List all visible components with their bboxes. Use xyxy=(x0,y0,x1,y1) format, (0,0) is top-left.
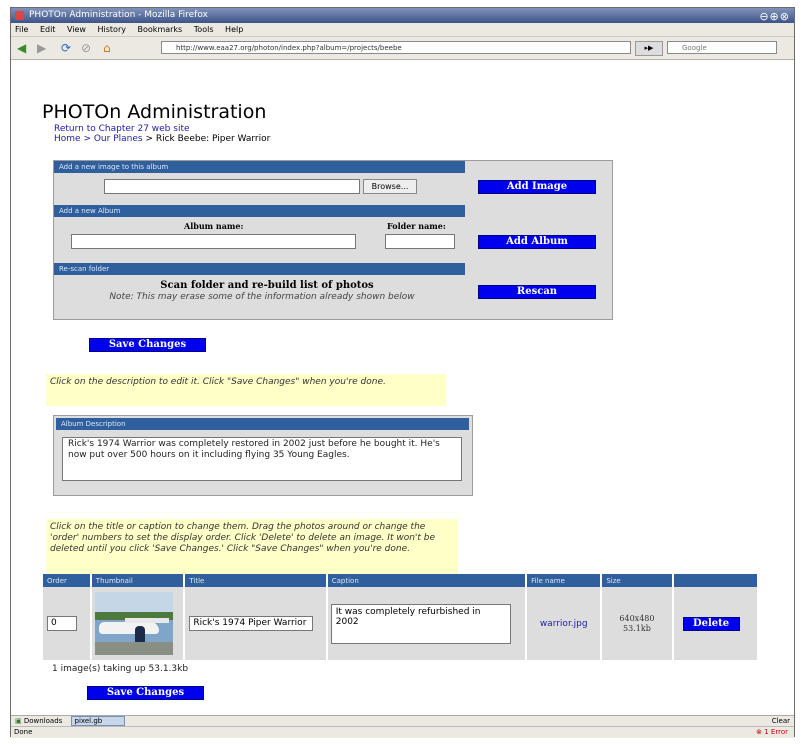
delete-button[interactable]: Delete xyxy=(682,616,740,631)
col-file-name: File name xyxy=(526,574,603,587)
rescan-title: Scan folder and re-build list of photos xyxy=(160,280,374,291)
navigation-toolbar: ◀ ▶ ⟳ ⊘ ⌂ http://www.eaa27.org/photon/in… xyxy=(11,37,794,60)
image-size: 53.1kb xyxy=(623,623,651,633)
image-file-input[interactable] xyxy=(104,179,360,194)
add-album-button[interactable]: Add Album xyxy=(478,235,596,249)
size-cell: 640x480 53.1kb xyxy=(601,587,674,660)
add-image-button[interactable]: Add Image xyxy=(478,180,596,194)
caption-cell: It was completely refurbished in 2002 xyxy=(326,587,528,660)
actions-cell: Delete xyxy=(672,587,757,660)
title-input[interactable]: Rick's 1974 Piper Warrior xyxy=(189,616,314,631)
download-item[interactable]: pixel.gb xyxy=(70,716,126,726)
col-order: Order xyxy=(43,574,92,587)
error-icon: ⊗ xyxy=(756,728,763,736)
home-icon[interactable]: ⌂ xyxy=(103,41,111,55)
menu-edit[interactable]: Edit xyxy=(40,25,56,34)
file-name-cell: warrior.jpg xyxy=(526,587,603,660)
downloads-label[interactable]: Downloads xyxy=(24,717,62,725)
breadcrumb-our-planes[interactable]: Our Planes xyxy=(94,134,143,144)
album-description-header: Album Description xyxy=(56,418,469,430)
admin-panel: Add a new image to this album Browse... … xyxy=(53,160,613,320)
go-button[interactable]: ▸▶ xyxy=(635,41,663,56)
browse-button[interactable]: Browse... xyxy=(363,179,417,194)
save-changes-button-bottom[interactable]: Save Changes xyxy=(87,686,204,700)
menu-tools[interactable]: Tools xyxy=(194,25,214,34)
status-text: Done xyxy=(14,728,33,736)
forward-icon[interactable]: ▶ xyxy=(37,41,46,55)
add-album-header: Add a new Album xyxy=(54,205,465,217)
col-title: Title xyxy=(184,574,328,587)
thumb-ground xyxy=(94,642,173,655)
download-file: pixel.gb xyxy=(74,717,103,725)
menu-view[interactable]: View xyxy=(67,25,86,34)
photos-hint: Click on the title or caption to change … xyxy=(46,519,458,574)
photo-table: Order Thumbnail Title Caption File name … xyxy=(43,574,757,660)
folder-name-input[interactable] xyxy=(385,234,455,249)
title-bar: PHOTOn Administration - Mozilla Firefox … xyxy=(11,8,794,23)
error-count: 1 Error xyxy=(764,728,788,736)
photo-table-header: Order Thumbnail Title Caption File name … xyxy=(43,574,757,587)
menu-bar: File Edit View History Bookmarks Tools H… xyxy=(11,23,794,37)
rescan-note: Note: This may erase some of the informa… xyxy=(109,292,415,302)
breadcrumb-home[interactable]: Home xyxy=(54,134,81,144)
rescan-header: Re-scan folder xyxy=(54,263,465,275)
album-name-input[interactable] xyxy=(71,234,356,249)
menu-help[interactable]: Help xyxy=(225,25,243,34)
images-summary: 1 image(s) taking up 53.1.3kb xyxy=(52,664,189,674)
order-input[interactable]: 0 xyxy=(47,616,77,631)
downloads-icon: ▣ xyxy=(15,717,22,725)
rescan-button[interactable]: Rescan xyxy=(478,285,596,299)
thumbnail-cell xyxy=(90,587,186,660)
album-description-text[interactable]: Rick's 1974 Warrior was completely resto… xyxy=(62,437,462,481)
window-title: PHOTOn Administration - Mozilla Firefox xyxy=(29,10,208,20)
order-cell: 0 xyxy=(43,587,92,660)
url-bar[interactable]: http://www.eaa27.org/photon/index.php?al… xyxy=(161,41,631,54)
thumb-sky xyxy=(94,592,173,614)
thumbnail-image[interactable] xyxy=(94,592,173,655)
col-size: Size xyxy=(601,574,674,587)
add-image-header: Add a new image to this album xyxy=(54,161,465,173)
browser-window: PHOTOn Administration - Mozilla Firefox … xyxy=(10,7,795,738)
menu-history[interactable]: History xyxy=(98,25,126,34)
col-caption: Caption xyxy=(326,574,528,587)
search-input[interactable]: Google xyxy=(667,41,777,54)
description-hint: Click on the description to edit it. Cli… xyxy=(46,374,446,406)
page-content: PHOTOn Administration Return to Chapter … xyxy=(11,60,794,715)
error-indicator[interactable]: ⊗ 1 Error xyxy=(756,727,788,738)
breadcrumb-sep: > xyxy=(142,134,156,144)
breadcrumb-current: Rick Beebe: Piper Warrior xyxy=(155,134,271,144)
table-row[interactable]: 0 Rick's 1974 Piper Warrior It was compl… xyxy=(43,587,757,660)
folder-name-label: Folder name: xyxy=(387,221,446,231)
image-dimensions: 640x480 xyxy=(619,613,655,623)
reload-icon[interactable]: ⟳ xyxy=(61,41,71,55)
stop-icon[interactable]: ⊘ xyxy=(81,41,91,55)
thumb-plane xyxy=(98,622,159,634)
back-icon[interactable]: ◀ xyxy=(17,41,26,55)
col-actions xyxy=(672,574,757,587)
breadcrumb-sep: > xyxy=(80,134,94,144)
save-changes-button-top[interactable]: Save Changes xyxy=(89,338,206,352)
col-thumbnail: Thumbnail xyxy=(90,574,186,587)
return-link[interactable]: Return to Chapter 27 web site xyxy=(54,124,190,134)
status-bar: Done ⊗ 1 Error xyxy=(11,726,794,738)
title-cell: Rick's 1974 Piper Warrior xyxy=(184,587,328,660)
firefox-icon xyxy=(15,11,24,20)
page-title: PHOTOn Administration xyxy=(42,101,267,123)
breadcrumb: Home > Our Planes > Rick Beebe: Piper Wa… xyxy=(54,134,270,144)
caption-input[interactable]: It was completely refurbished in 2002 xyxy=(330,603,511,644)
album-name-label: Album name: xyxy=(184,221,244,231)
thumb-wing xyxy=(124,618,169,623)
menu-bookmarks[interactable]: Bookmarks xyxy=(138,25,183,34)
file-name-link[interactable]: warrior.jpg xyxy=(540,619,588,629)
menu-file[interactable]: File xyxy=(15,25,28,34)
album-description-panel: Album Description Rick's 1974 Warrior wa… xyxy=(53,415,473,496)
window-controls[interactable]: ⊖⊕⊗ xyxy=(759,9,790,24)
